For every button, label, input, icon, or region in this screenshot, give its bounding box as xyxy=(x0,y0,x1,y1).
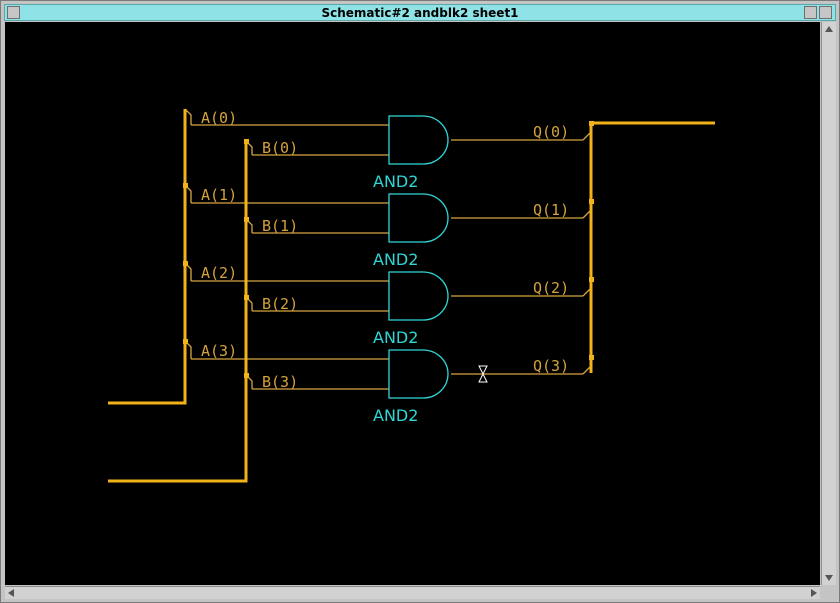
net-label-q2: Q(2) xyxy=(533,279,569,297)
and-gate-3 xyxy=(388,349,449,399)
buses xyxy=(108,109,715,483)
and-gate-2 xyxy=(388,271,449,321)
gate-label-0: AND2 xyxy=(373,172,418,191)
minimize-button[interactable] xyxy=(804,6,817,19)
scroll-down-icon[interactable] xyxy=(825,575,833,581)
net-label-a1: A(1) xyxy=(201,186,237,204)
net-label-q3: Q(3) xyxy=(533,357,569,375)
gate-label-1: AND2 xyxy=(373,250,418,269)
gate-label-3: AND2 xyxy=(373,406,418,425)
b-labels: B(0) B(1) B(2) B(3) xyxy=(262,139,298,391)
schematic-canvas[interactable]: A(0) A(1) A(2) A(3) B(0) B(1) B(2) B(3) … xyxy=(5,22,820,585)
net-label-b3: B(3) xyxy=(262,373,298,391)
net-label-q0: Q(0) xyxy=(533,123,569,141)
horizontal-scrollbar[interactable] xyxy=(5,586,820,599)
q-labels: Q(0) Q(1) Q(2) Q(3) xyxy=(533,123,569,375)
schematic-drawing: A(0) A(1) A(2) A(3) B(0) B(1) B(2) B(3) … xyxy=(108,108,715,483)
scroll-right-icon[interactable] xyxy=(811,589,817,597)
scroll-up-icon[interactable] xyxy=(825,26,833,32)
gate-label-2: AND2 xyxy=(373,328,418,347)
title-bar[interactable]: Schematic#2 andblk2 sheet1 xyxy=(4,4,836,21)
net-label-a0: A(0) xyxy=(201,109,237,127)
gate-labels: AND2 AND2 AND2 AND2 xyxy=(373,172,418,425)
scroll-left-icon[interactable] xyxy=(8,589,14,597)
bus-a xyxy=(108,109,187,405)
maximize-button[interactable] xyxy=(819,6,832,19)
schematic-window: Schematic#2 andblk2 sheet1 A(0) A(1) A(2… xyxy=(0,0,840,603)
and-gate-1 xyxy=(388,193,449,243)
net-label-b0: B(0) xyxy=(262,139,298,157)
net-label-q1: Q(1) xyxy=(533,201,569,219)
scrollbar-corner xyxy=(821,586,836,599)
net-label-b1: B(1) xyxy=(262,217,298,235)
net-label-b2: B(2) xyxy=(262,295,298,313)
a-labels: A(0) A(1) A(2) A(3) xyxy=(201,109,237,360)
net-label-a3: A(3) xyxy=(201,342,237,360)
and-gate-0 xyxy=(388,115,449,165)
window-title: Schematic#2 andblk2 sheet1 xyxy=(321,6,519,20)
vertical-scrollbar[interactable] xyxy=(821,22,836,585)
net-label-a2: A(2) xyxy=(201,264,237,282)
